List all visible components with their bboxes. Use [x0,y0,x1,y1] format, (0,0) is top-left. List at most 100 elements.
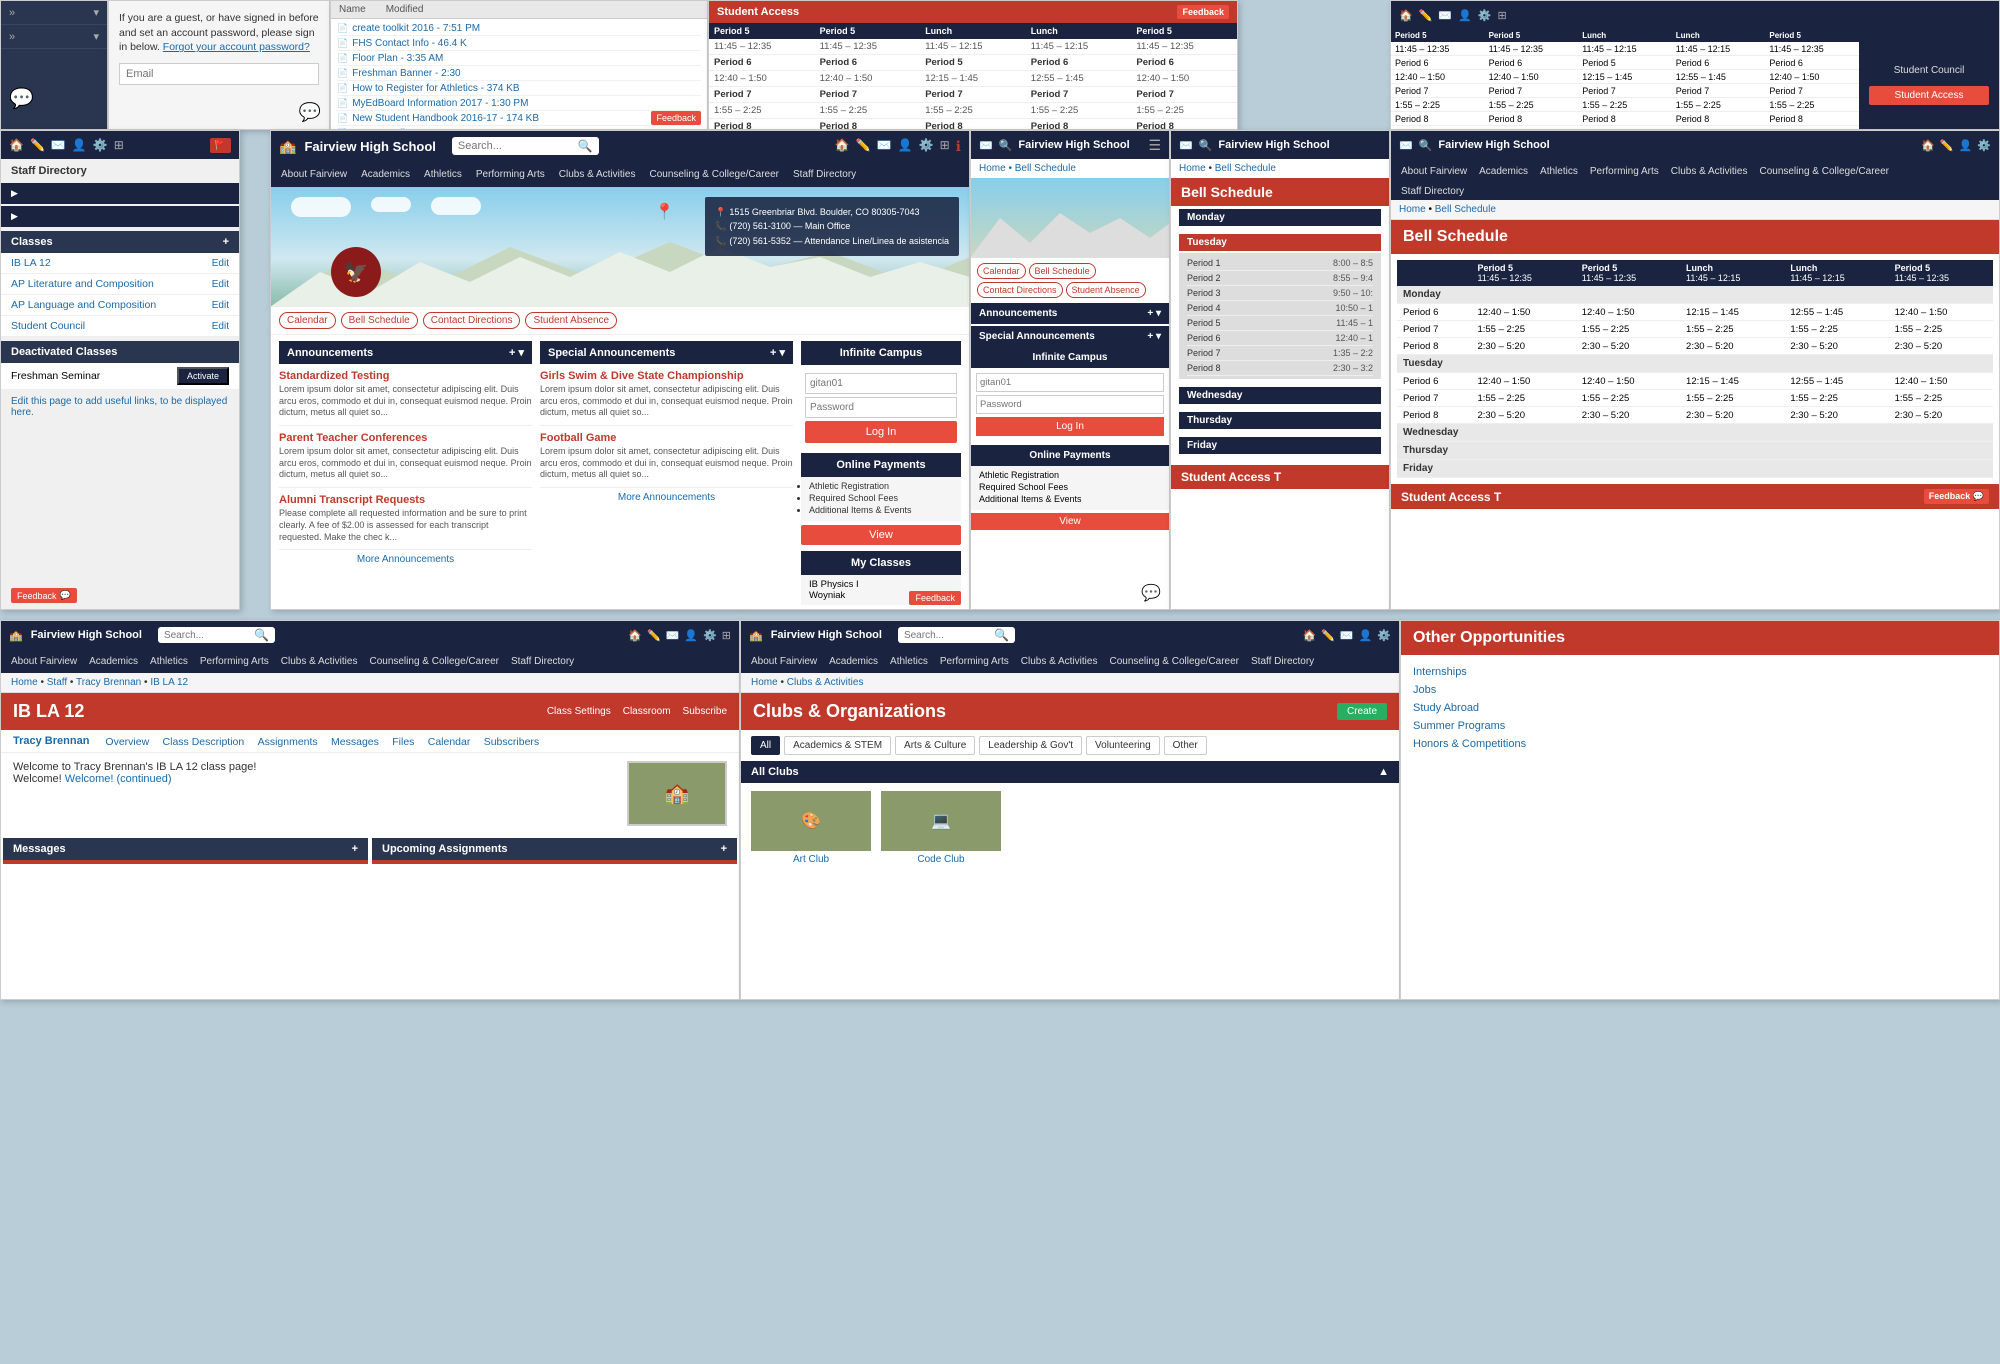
tab-messages[interactable]: Messages [331,736,379,748]
class-edit-link[interactable]: Edit [212,300,229,311]
nav-performing-arts[interactable]: Performing Arts [476,169,545,180]
search-input[interactable] [458,140,578,152]
add-class-icon[interactable]: + [223,236,229,248]
home-link[interactable]: Home [1399,204,1426,215]
hamburger-menu-icon[interactable]: ☰ [1148,137,1161,154]
expand-icon[interactable]: + ▾ [1147,331,1161,342]
nav-staff[interactable]: Staff Directory [793,169,856,180]
clubs-link[interactable]: Clubs & Activities [787,677,864,688]
class-name-link[interactable]: AP Literature and Composition [11,278,212,290]
filter-academics[interactable]: Academics & STEM [784,736,891,755]
forgot-password-link[interactable]: Forgot your account password? [163,41,310,53]
tab-assignments[interactable]: Assignments [258,736,318,748]
chip-absence[interactable]: Student Absence [1066,282,1146,298]
nav-athletics[interactable]: Athletics [890,656,928,667]
clubs-search[interactable]: 🔍 [898,627,1015,643]
home-icon[interactable]: 🏠 [628,629,642,642]
class-list-item[interactable]: AP Literature and Composition Edit [1,274,239,295]
other-link-study-abroad[interactable]: Study Abroad [1413,699,1987,717]
nav-academics[interactable]: Academics [829,656,878,667]
email-field[interactable] [119,63,319,85]
nav-clubs[interactable]: Clubs & Activities [559,169,636,180]
create-club-button[interactable]: Create [1337,703,1387,720]
widget-view-button[interactable]: View [971,513,1169,530]
edit-icon[interactable]: ✏️ [647,629,661,642]
class-search[interactable]: 🔍 [158,627,275,643]
tab-calendar[interactable]: Calendar [428,736,471,748]
class-link[interactable]: IB LA 12 [150,677,188,688]
settings-icon[interactable]: ⚙️ [919,138,934,155]
nav-athletics[interactable]: Athletics [424,169,462,180]
ic-widget-username[interactable] [976,373,1164,392]
other-link-internships[interactable]: Internships [1413,663,1987,681]
nav-athletics[interactable]: Athletics [1540,166,1578,177]
list-item[interactable]: 📄How to Register for Athletics - 374 KB [337,81,701,96]
home-link[interactable]: Home [751,677,778,688]
nav-arrow-1[interactable]: » ▾ [1,1,107,25]
quick-link-calendar[interactable]: Calendar [279,312,336,329]
list-item[interactable]: 📄MyEdBoard Information 2017 - 1:30 PM [337,96,701,111]
continued-link[interactable]: Welcome! (continued) [65,773,172,785]
filter-volunteering[interactable]: Volunteering [1086,736,1160,755]
special-announcements-section-header[interactable]: Special Announcements + ▾ [971,326,1169,347]
chat-widget-icon[interactable]: 💬 [1141,583,1161,603]
home-icon[interactable]: 🏠 [1921,139,1935,152]
grid-icon[interactable]: ⊞ [722,629,731,642]
classroom-link[interactable]: Classroom [623,706,671,717]
club-card[interactable]: 🎨 Art Club [751,791,871,865]
other-link-jobs[interactable]: Jobs [1413,681,1987,699]
chat-icon[interactable]: 💬 [9,86,34,111]
search-field[interactable] [904,630,994,641]
bell-schedule-link[interactable]: Bell Schedule [1215,163,1276,174]
tab-files[interactable]: Files [392,736,414,748]
class-list-item[interactable]: AP Language and Composition Edit [1,295,239,316]
edit-icon[interactable]: ✏️ [1321,629,1335,642]
edit-icon[interactable]: ✏️ [1940,139,1954,152]
list-item[interactable]: 📄Floor Plan - 3:35 AM [337,51,701,66]
nav-academics[interactable]: Academics [89,656,138,667]
add-assignment-icon[interactable]: + [721,843,727,855]
settings-icon[interactable]: ⚙️ [703,629,717,642]
ic-login-button[interactable]: Log In [805,421,957,443]
bell-schedule-link[interactable]: Bell Schedule [1435,204,1496,215]
nav-counseling[interactable]: Counseling & College/Career [1759,166,1889,177]
quick-link-absence[interactable]: Student Absence [525,312,617,329]
more-announcements-link[interactable]: More Announcements [279,554,532,565]
search-icon[interactable]: 🔍 [578,139,593,153]
chip-calendar[interactable]: Calendar [977,263,1026,279]
other-link-honors[interactable]: Honors & Competitions [1413,735,1987,753]
grid-icon[interactable]: ⊞ [940,138,950,155]
nav-counseling[interactable]: Counseling & College/Career [1109,656,1239,667]
tab-overview[interactable]: Overview [105,736,149,748]
teacher-link[interactable]: Tracy Brennan [76,677,141,688]
class-name-link[interactable]: AP Language and Composition [11,299,212,311]
staff-link[interactable]: Staff [47,677,67,688]
edit-icon[interactable]: ✏️ [856,138,871,155]
email-icon[interactable]: ✉️ [1340,629,1354,642]
ic-username-field[interactable] [805,373,957,394]
nav-performing[interactable]: Performing Arts [200,656,269,667]
left-nav-arrow-2[interactable]: ▶ [1,206,239,227]
ic-password-field[interactable] [805,397,957,418]
nav-performing[interactable]: Performing Arts [1590,166,1659,177]
feedback-button[interactable]: Feedback 💬 [11,588,77,603]
class-settings-link[interactable]: Class Settings [547,706,611,717]
nav-counseling[interactable]: Counseling & College/Career [369,656,499,667]
club-card[interactable]: 💻 Code Club [881,791,1001,865]
quick-link-bell[interactable]: Bell Schedule [341,312,418,329]
home-link[interactable]: Home [1179,163,1206,174]
nav-academics[interactable]: Academics [361,169,410,180]
tab-description[interactable]: Class Description [163,736,245,748]
list-item[interactable]: 📄FHS Contact Info - 46.4 K [337,36,701,51]
chip-contact[interactable]: Contact Directions [977,282,1063,298]
class-edit-link[interactable]: Edit [212,321,229,332]
list-item[interactable]: 📄create toolkit 2016 - 7:51 PM [337,21,701,36]
add-special-icon[interactable]: + ▾ [770,346,785,359]
feedback-button[interactable]: Feedback [909,591,961,605]
nav-athletics[interactable]: Athletics [150,656,188,667]
nav-about[interactable]: About Fairview [751,656,817,667]
other-link-summer[interactable]: Summer Programs [1413,717,1987,735]
search-field[interactable] [164,630,254,641]
subscribe-link[interactable]: Subscribe [683,706,727,717]
home-link[interactable]: Home [11,677,38,688]
